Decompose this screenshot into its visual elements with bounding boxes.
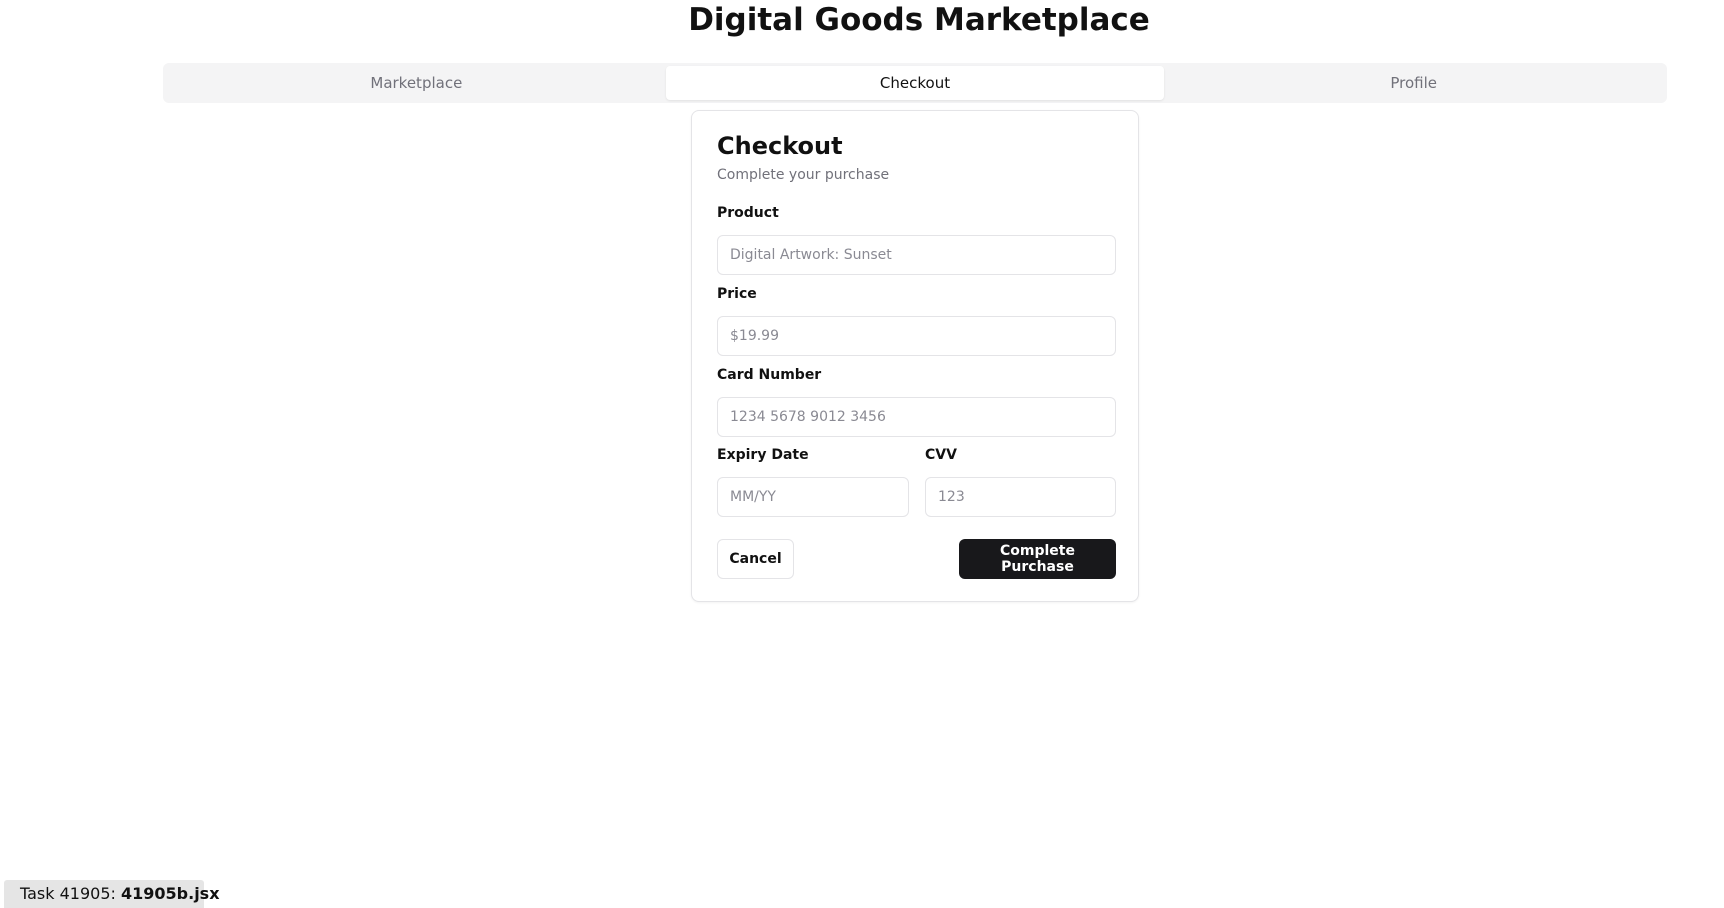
checkout-card: Checkout Complete your purchase Product … [691, 110, 1139, 602]
task-filename: 41905b.jsx [121, 884, 220, 903]
cancel-button[interactable]: Cancel [717, 539, 794, 579]
tab-bar: Marketplace Checkout Profile [163, 63, 1667, 103]
price-field[interactable] [717, 316, 1116, 356]
checkout-title: Checkout [717, 132, 843, 160]
product-label: Product [717, 205, 779, 221]
card-number-field[interactable] [717, 397, 1116, 437]
cvv-field[interactable] [925, 477, 1116, 517]
complete-purchase-button[interactable]: Complete Purchase [959, 539, 1116, 579]
tab-checkout[interactable]: Checkout [665, 66, 1165, 100]
expiry-date-label: Expiry Date [717, 447, 809, 463]
price-label: Price [717, 286, 757, 302]
expiry-date-field[interactable] [717, 477, 909, 517]
tab-profile[interactable]: Profile [1164, 66, 1663, 100]
cvv-label: CVV [925, 447, 957, 463]
product-field[interactable] [717, 235, 1116, 275]
card-number-label: Card Number [717, 367, 822, 383]
checkout-subtitle: Complete your purchase [717, 167, 890, 183]
tab-marketplace[interactable]: Marketplace [167, 66, 666, 100]
task-prefix: Task 41905: [20, 884, 121, 903]
app-title: Digital Goods Marketplace [688, 2, 1150, 38]
